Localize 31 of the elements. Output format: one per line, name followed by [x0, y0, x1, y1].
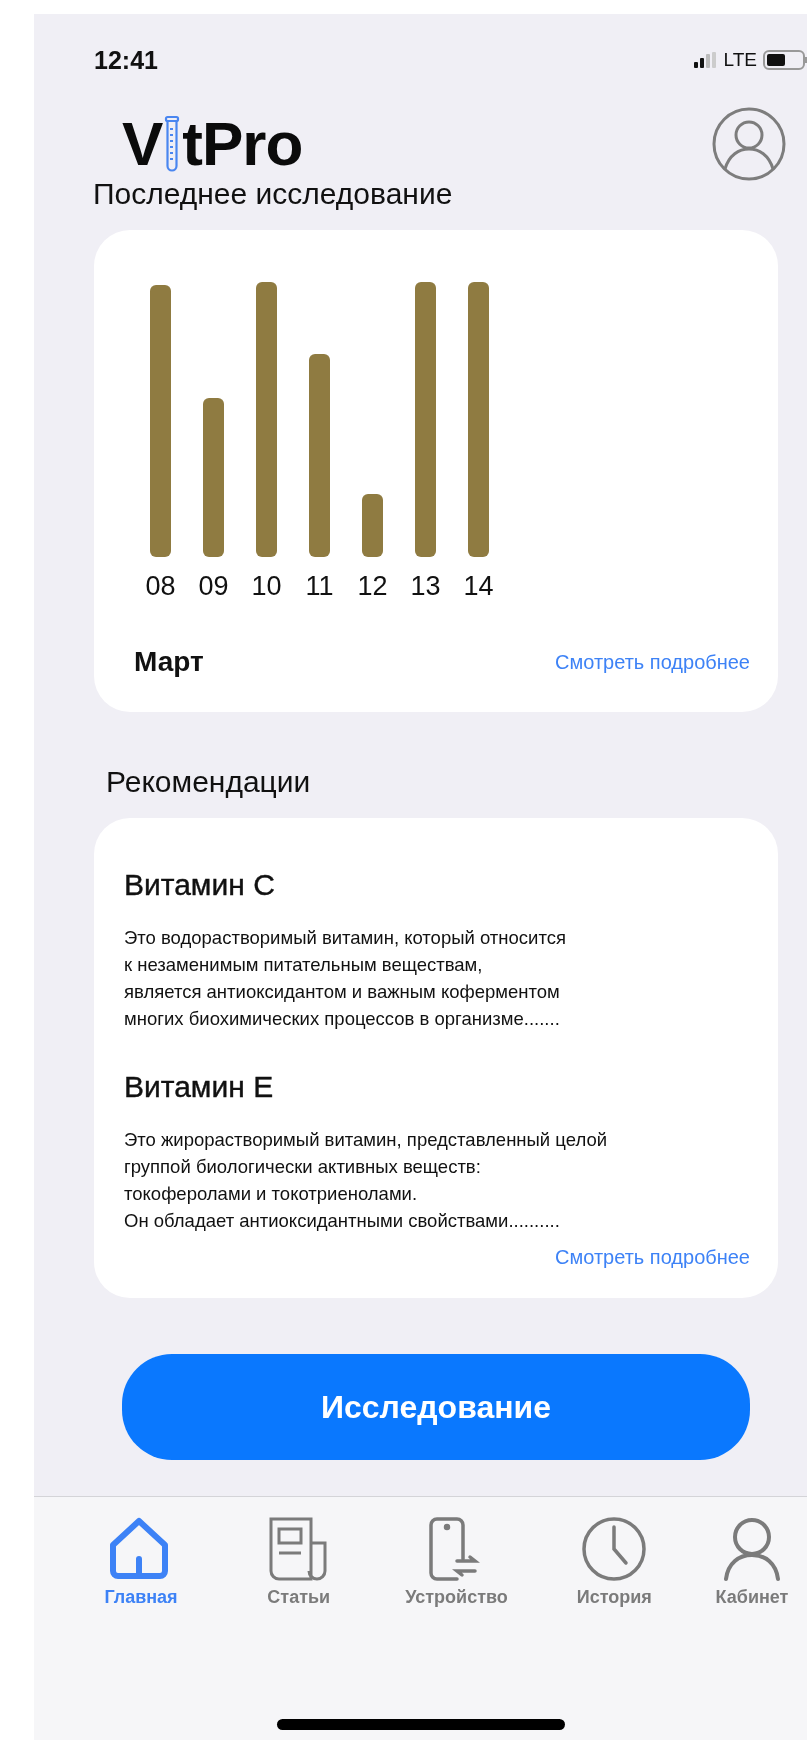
study-button[interactable]: Исследование [122, 1354, 750, 1460]
section-title: Рекомендации [106, 764, 312, 800]
tab[interactable]: Главная [66, 1515, 216, 1608]
tab[interactable]: Устройство [381, 1515, 532, 1608]
clock-time: 12:41 [94, 45, 158, 75]
logo-text: tPro [182, 113, 303, 175]
bar [362, 493, 383, 557]
details-link[interactable]: Смотреть подробнее [555, 650, 750, 674]
details-link[interactable]: Смотреть подробнее [555, 1246, 750, 1269]
tab[interactable]: Кабинет [697, 1515, 807, 1608]
profile-icon[interactable] [711, 106, 787, 182]
day-label: 10 [251, 571, 282, 602]
vitamin-description: Это жирорастворимый витамин, представленный целой группой биологически активных веществ: токоферолами и токотриенолами. Он обладает антиоксидантными свойствами.......... [124, 1128, 609, 1233]
logo-text: V [122, 113, 163, 175]
day-label: 11 [305, 571, 334, 602]
battery-icon [763, 50, 807, 70]
day-label: 09 [198, 571, 229, 602]
vitamin-title: Витамин Е [124, 1070, 275, 1104]
vitamin-title: Витамин С [124, 868, 276, 902]
network-label: LTE [723, 49, 757, 71]
month-label: Март [134, 646, 204, 678]
tab[interactable]: История [539, 1515, 690, 1608]
day-label: 08 [145, 571, 176, 602]
clock-icon [580, 1515, 649, 1583]
section-title: Последнее исследование [93, 176, 454, 212]
vitamin-description: Это водорастворимый витамин, который относится к незаменимым питательным веществам, является антиоксидантом и важным коферментом многих биохимических процессов в организме....... [124, 926, 567, 1031]
signal-icon [693, 52, 718, 68]
day-label: 14 [463, 571, 494, 602]
day-label: 13 [410, 571, 441, 602]
day-label: 12 [357, 571, 388, 602]
tab[interactable]: Статьи [223, 1515, 374, 1608]
